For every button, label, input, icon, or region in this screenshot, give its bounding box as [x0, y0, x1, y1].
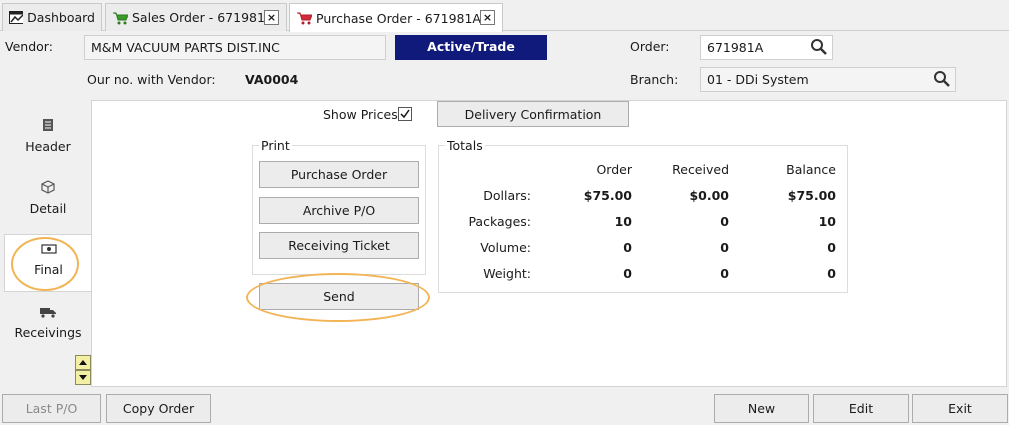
highlight-circle	[11, 237, 79, 291]
last-po-button[interactable]: Last P/O	[2, 394, 101, 423]
tab-label: Purchase Order - 671981A	[316, 10, 481, 26]
column-header: Balance	[786, 161, 836, 177]
dashboard-icon	[9, 11, 24, 24]
nav-item-header[interactable]: Header	[4, 110, 92, 168]
tab-label: Sales Order - 671981	[132, 10, 265, 25]
document-icon	[43, 119, 53, 131]
edit-button[interactable]: Edit	[813, 394, 909, 423]
table-row: Dollars: $75.00 $0.00 $75.00	[447, 182, 836, 208]
table-cell: 0	[623, 265, 632, 281]
nav-label: Detail	[29, 201, 67, 216]
table-cell: $75.00	[583, 187, 632, 203]
tab-purchase-order[interactable]: Purchase Order - 671981A ×	[289, 3, 503, 32]
nav-label: Header	[25, 139, 71, 154]
tab-dashboard[interactable]: Dashboard	[2, 3, 102, 31]
branch-label: Branch:	[630, 72, 679, 87]
table-cell: 0	[827, 265, 836, 281]
totals-legend: Totals	[445, 138, 485, 153]
tab-label: Dashboard	[27, 10, 95, 25]
row-label: Packages:	[468, 213, 531, 229]
exit-button[interactable]: Exit	[912, 394, 1008, 423]
branch-value: 01 - DDi System	[707, 72, 809, 87]
our-no-value: VA0004	[245, 72, 299, 87]
column-header: Order	[596, 161, 632, 177]
table-cell: $0.00	[689, 187, 729, 203]
tab-bar: Dashboard Sales Order - 671981 × Purchas…	[0, 0, 1009, 32]
row-label: Weight:	[483, 265, 531, 281]
highlight-ellipse	[246, 273, 430, 322]
table-cell: 0	[720, 213, 729, 229]
archive-po-button[interactable]: Archive P/O	[259, 197, 419, 224]
table-cell: 0	[720, 239, 729, 255]
table-cell: 0	[827, 239, 836, 255]
delivery-confirmation-button[interactable]: Delivery Confirmation	[437, 101, 629, 127]
receiving-ticket-button[interactable]: Receiving Ticket	[259, 232, 419, 259]
green-cart-icon	[113, 12, 128, 24]
column-header: Received	[672, 161, 729, 177]
row-label: Dollars:	[483, 187, 531, 203]
our-no-label: Our no. with Vendor:	[87, 72, 216, 87]
close-icon[interactable]: ×	[264, 10, 279, 25]
search-icon[interactable]	[933, 70, 951, 88]
table-cell: $75.00	[787, 187, 836, 203]
final-panel: Show Prices Delivery Confirmation Print …	[91, 100, 1007, 387]
truck-icon	[40, 308, 56, 318]
scroll-up-button[interactable]	[75, 355, 91, 370]
search-icon[interactable]	[810, 38, 828, 56]
vendor-label: Vendor:	[5, 39, 53, 54]
row-label: Volume:	[480, 239, 531, 255]
table-cell: 0	[623, 239, 632, 255]
order-label: Order:	[630, 39, 670, 54]
order-field[interactable]: 671981A	[700, 35, 833, 60]
new-button[interactable]: New	[714, 394, 809, 423]
nav-label: Receivings	[14, 325, 82, 340]
show-prices-label: Show Prices	[323, 107, 398, 122]
box-icon	[41, 180, 55, 194]
nav-item-detail[interactable]: Detail	[4, 172, 92, 230]
close-icon[interactable]: ×	[480, 10, 495, 25]
arrow-down-icon	[79, 375, 87, 380]
status-badge: Active/Trade	[395, 35, 547, 60]
totals-group: Totals Order Received Balance Dollars: $…	[438, 138, 848, 293]
vendor-field[interactable]: M&M VACUUM PARTS DIST.INC	[84, 35, 386, 60]
scroll-down-button[interactable]	[75, 370, 91, 385]
arrow-up-icon	[79, 360, 87, 365]
purchase-order-button[interactable]: Purchase Order	[259, 161, 419, 188]
show-prices-checkbox[interactable]	[398, 107, 412, 121]
table-row: Volume: 0 0 0	[447, 234, 836, 260]
table-row: Weight: 0 0 0	[447, 260, 836, 286]
table-cell: 0	[720, 265, 729, 281]
totals-table: Order Received Balance Dollars: $75.00 $…	[447, 156, 836, 286]
order-value: 671981A	[707, 40, 764, 55]
nav-item-receivings[interactable]: Receivings	[4, 298, 92, 356]
tab-sales-order[interactable]: Sales Order - 671981 ×	[105, 3, 287, 31]
table-cell: 10	[818, 213, 836, 229]
copy-order-button[interactable]: Copy Order	[106, 394, 211, 423]
print-legend: Print	[259, 138, 292, 153]
branch-field[interactable]: 01 - DDi System	[700, 67, 956, 92]
table-cell: 10	[614, 213, 632, 229]
checkmark-icon	[400, 109, 410, 119]
red-cart-icon	[297, 12, 312, 25]
table-row: Packages: 10 0 10	[447, 208, 836, 234]
